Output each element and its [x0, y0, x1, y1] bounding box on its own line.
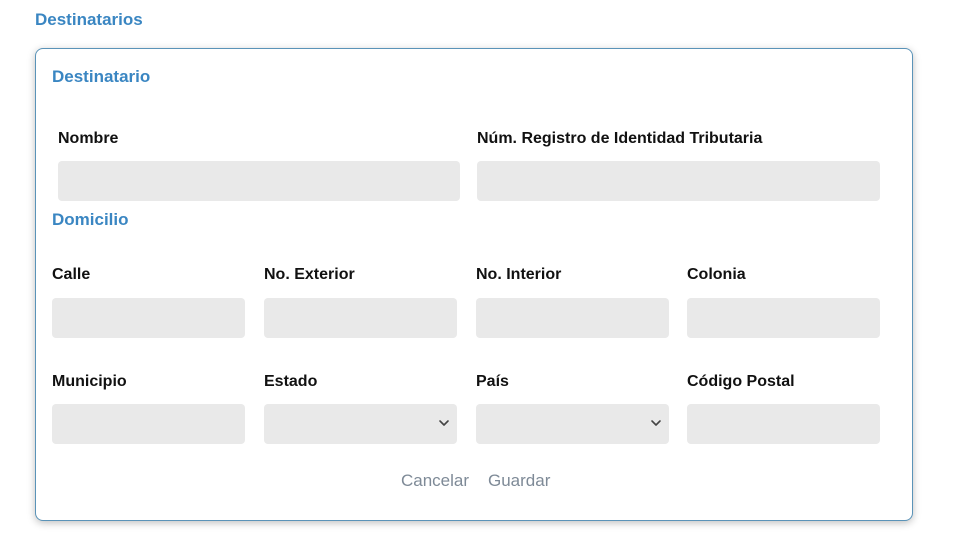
- nombre-label: Nombre: [58, 130, 119, 147]
- municipio-input[interactable]: [52, 404, 245, 444]
- domicilio-title: Domicilio: [52, 210, 129, 229]
- estado-label: Estado: [264, 373, 318, 390]
- codigo-postal-input[interactable]: [687, 404, 880, 444]
- calle-input[interactable]: [52, 298, 245, 338]
- colonia-input[interactable]: [687, 298, 880, 338]
- nombre-input[interactable]: [58, 161, 460, 201]
- estado-select[interactable]: [264, 404, 457, 444]
- colonia-label: Colonia: [687, 266, 746, 283]
- no-interior-label: No. Interior: [476, 266, 562, 283]
- save-button[interactable]: Guardar: [488, 471, 550, 491]
- pais-label: País: [476, 373, 509, 390]
- chevron-down-icon: [439, 420, 449, 426]
- chevron-down-icon: [651, 420, 661, 426]
- registro-label: Núm. Registro de Identidad Tributaria: [477, 130, 763, 147]
- recipient-card: Destinatario Nombre Núm. Registro de Ide…: [35, 48, 913, 521]
- cancel-button[interactable]: Cancelar: [401, 471, 469, 491]
- no-exterior-label: No. Exterior: [264, 266, 355, 283]
- calle-label: Calle: [52, 266, 91, 283]
- codigo-postal-label: Código Postal: [687, 373, 795, 390]
- page: Destinatarios Destinatario Nombre Núm. R…: [0, 0, 957, 547]
- municipio-label: Municipio: [52, 373, 127, 390]
- no-interior-input[interactable]: [476, 298, 669, 338]
- section-title: Destinatarios: [35, 10, 143, 29]
- card-title: Destinatario: [52, 67, 151, 86]
- pais-select[interactable]: [476, 404, 669, 444]
- no-exterior-input[interactable]: [264, 298, 457, 338]
- registro-tributario-input[interactable]: [477, 161, 880, 201]
